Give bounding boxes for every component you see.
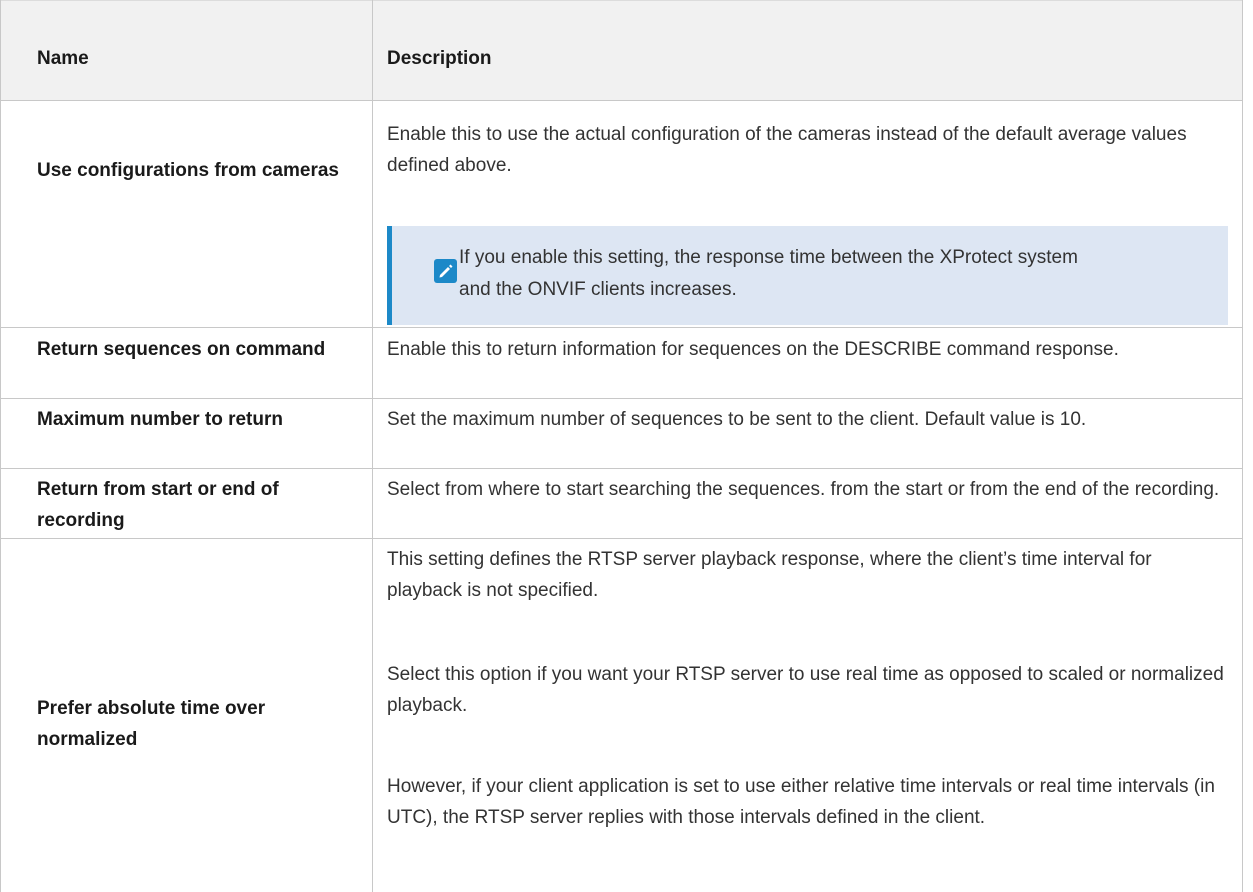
settings-table: Name Description Use configurations from… (0, 0, 1253, 892)
row-description-maximum-number: Set the maximum number of sequences to b… (387, 409, 1087, 430)
table-border-right (1242, 0, 1243, 892)
row-name-use-configurations: Use configurations from cameras (37, 160, 339, 181)
row-divider (0, 398, 1243, 399)
row-name-return-from-start: Return from start or end of recording (37, 479, 279, 531)
row-name-return-sequences: Return sequences on command (37, 339, 326, 360)
row-paragraph-3: However, if your client application is s… (387, 776, 1215, 828)
pencil-icon (434, 259, 457, 283)
row-name-prefer-absolute-time: Prefer absolute time over normalized (37, 698, 266, 750)
row-name-maximum-number: Maximum number to return (37, 409, 283, 430)
row-paragraph-1: This setting defines the RTSP server pla… (387, 549, 1152, 601)
table-header: Name Description (0, 0, 1243, 101)
row-divider (0, 468, 1243, 469)
row-paragraph-2: Select this option if you want your RTSP… (387, 664, 1224, 716)
column-header-description: Description (387, 48, 492, 69)
column-divider (372, 0, 373, 892)
column-header-name: Name (37, 48, 89, 69)
row-divider (0, 538, 1243, 539)
row-description-return-sequences: Enable this to return information for se… (387, 339, 1119, 360)
note-box: If you enable this setting, the response… (387, 226, 1228, 325)
row-description-return-from-start: Select from where to start searching the… (387, 479, 1220, 500)
note-text: If you enable this setting, the response… (459, 247, 1078, 300)
row-divider (0, 327, 1243, 328)
table-border-left (0, 0, 1, 892)
row-description-use-configurations: Enable this to use the actual configurat… (387, 124, 1187, 176)
